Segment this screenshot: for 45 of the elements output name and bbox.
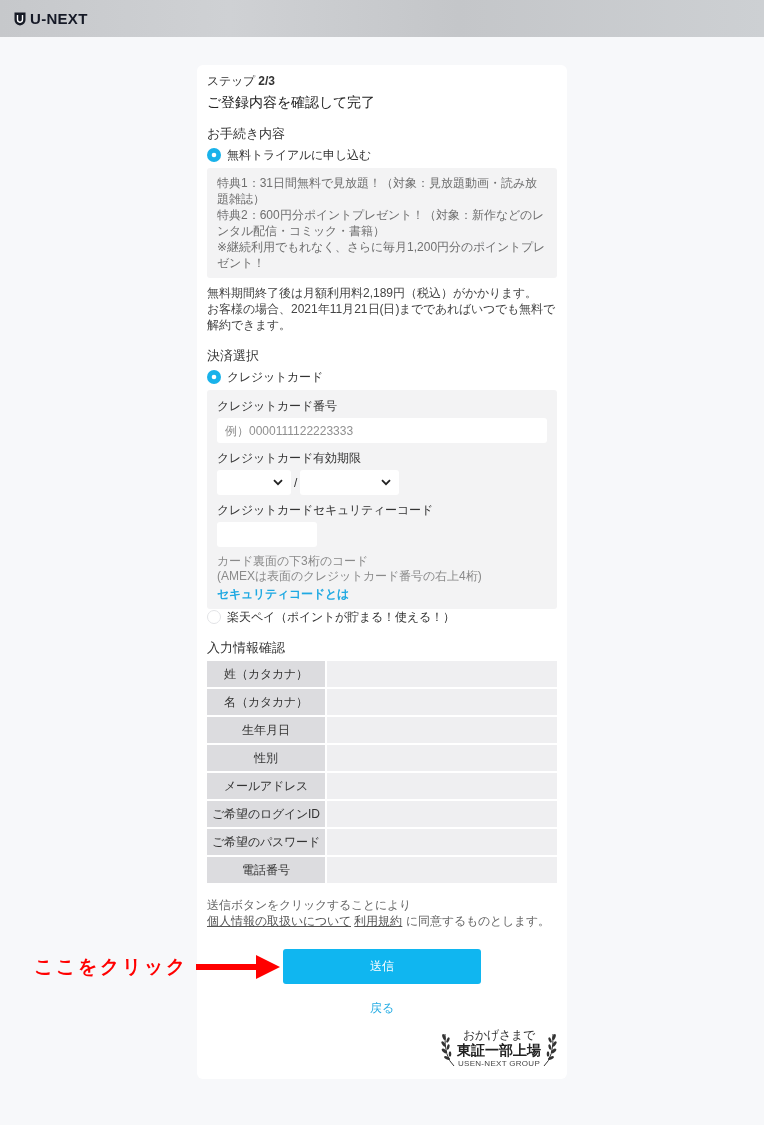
hint-text: カード裏面の下3桁のコード xyxy=(217,554,369,569)
option-label: 楽天ペイ（ポイントが貯まる！使える！） xyxy=(227,609,455,625)
radio-button[interactable] xyxy=(207,610,221,624)
field-label: クレジットカード番号 xyxy=(217,398,338,414)
section-heading: 決済選択 xyxy=(207,347,260,364)
option-label: クレジットカード xyxy=(227,369,323,385)
agreement-text: 送信ボタンをクリックすることにより 個人情報の取扱いについて 利用規約 に同意するものとします。 xyxy=(207,897,551,929)
row-label-cell: 名（カタカナ） xyxy=(207,689,325,715)
agreement-link[interactable]: 個人情報の取扱いについて xyxy=(207,914,351,928)
section-heading: 入力情報確認 xyxy=(207,639,286,656)
benefit-text: 特典1：31日間無料で見放題！（対象：見放題動画・読み放題雑誌） xyxy=(217,175,539,207)
row-label-cell: 電話番号 xyxy=(207,857,325,883)
field-label: クレジットカードセキュリティーコード xyxy=(217,502,434,518)
expiry-select[interactable] xyxy=(217,470,291,495)
logo-text[interactable]: U-NEXT xyxy=(30,10,88,27)
hint-text: (AMEXは表面のクレジットカード番号の右上4桁) xyxy=(217,569,483,584)
date-separator: / xyxy=(294,475,298,490)
row-label-cell: 生年月日 xyxy=(207,717,325,743)
annotation-text: ここをクリック xyxy=(34,954,188,979)
field-label: クレジットカード有効期限 xyxy=(217,450,362,466)
chevron-down-icon xyxy=(273,479,283,486)
agreement-link[interactable]: 利用規約 xyxy=(354,914,403,928)
page-title: ご登録内容を確認して完了 xyxy=(207,93,376,111)
shield-icon xyxy=(14,11,26,26)
benefit-text: ※継続利用でもれなく、さらに毎月1,200円分のポイントプレゼント！ xyxy=(217,239,547,271)
step-indicator: ステップ 2/3 xyxy=(207,73,277,89)
row-label-cell: ご希望のパスワード xyxy=(207,829,325,855)
chevron-down-icon xyxy=(381,479,392,486)
arrow-icon xyxy=(196,954,280,979)
section-heading: お手続き内容 xyxy=(207,125,286,142)
badge-caption: おかげさまで xyxy=(463,1028,535,1042)
card-number-field[interactable]: 例）0000111122223333 xyxy=(217,418,547,443)
row-label-cell: メールアドレス xyxy=(207,773,325,799)
radio-button[interactable] xyxy=(207,148,221,162)
radio-button[interactable] xyxy=(207,370,221,384)
badge-subtitle: USEN-NEXT GROUP xyxy=(457,1059,541,1069)
row-label-cell: 姓（カタカナ） xyxy=(207,661,325,687)
expiry-select[interactable] xyxy=(300,470,400,495)
benefit-text: 特典2：600円分ポイントプレゼント！（対象：新作などのレンタル配信・コミック・書籍） xyxy=(217,207,545,239)
row-label-cell: 性別 xyxy=(207,745,325,771)
option-label: 無料トライアルに申し込む xyxy=(227,147,371,163)
notice-text: お客様の場合、2021年11月21日(日)までであればいつでも無料で解約できます。 xyxy=(207,301,557,333)
notice-text: 無料期間終了後は月額利用料2,189円（税込）がかかります。 xyxy=(207,285,539,301)
badge-title: 東証一部上場 xyxy=(457,1042,541,1059)
row-label-cell: ご希望のログインID xyxy=(207,801,325,827)
